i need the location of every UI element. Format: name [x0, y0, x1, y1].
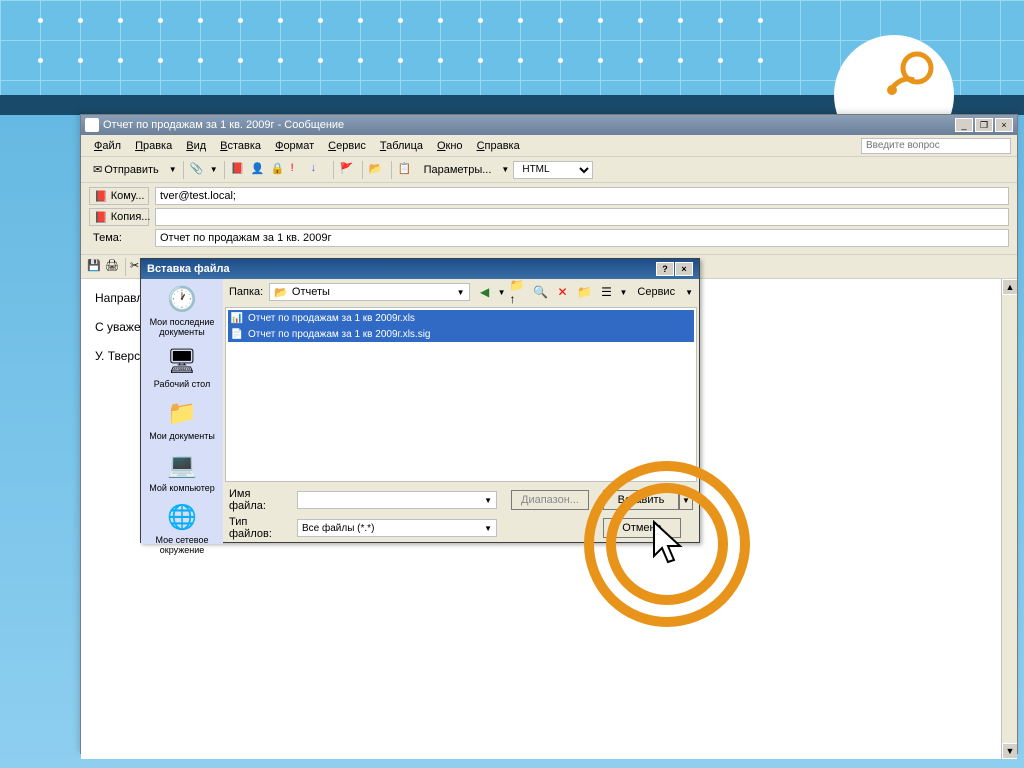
- addressbook-icon[interactable]: 📕: [231, 162, 247, 178]
- scroll-down-icon[interactable]: ▼: [1002, 743, 1017, 759]
- file-listing[interactable]: 📊Отчет по продажам за 1 кв 2009г.xls 📄От…: [225, 307, 697, 482]
- subject-input[interactable]: [155, 229, 1009, 247]
- to-input[interactable]: [155, 187, 1009, 205]
- places-bar: 🕐Мои последние документы 🖥Рабочий стол 📁…: [141, 279, 223, 544]
- sidebar-computer[interactable]: 💻Мой компьютер: [149, 449, 215, 493]
- menu-view[interactable]: Вид: [179, 138, 213, 154]
- filename-input[interactable]: ▼: [297, 491, 497, 509]
- menu-window[interactable]: Окно: [430, 138, 470, 154]
- dialog-toolbar: Папка: 📂Отчеты▼ ◀▼ 📁↑ 🔍 ✕ 📁 ☰▼ Сервис▼: [223, 279, 699, 305]
- filetype-select[interactable]: Все файлы (*.*)▼: [297, 519, 497, 537]
- menu-insert[interactable]: Вставка: [213, 138, 268, 154]
- folder-icon: 📂: [274, 286, 288, 299]
- main-toolbar: ✉ Отправить ▼ 📎 ▼ 📕 👤 🔒 ! ↓ 🚩 📂 📋 Параме…: [81, 157, 1017, 183]
- filetype-label: Тип файлов:: [229, 516, 289, 540]
- dialog-close-button[interactable]: ×: [675, 262, 693, 276]
- dialog-help-button[interactable]: ?: [656, 262, 674, 276]
- window-title: Отчет по продажам за 1 кв. 2009г - Сообщ…: [103, 119, 344, 131]
- params-button[interactable]: Параметры...: [418, 162, 498, 178]
- menu-edit[interactable]: Правка: [128, 138, 179, 154]
- menu-service[interactable]: Сервис: [321, 138, 373, 154]
- signature-icon[interactable]: 📂: [369, 162, 385, 178]
- menu-format[interactable]: Формат: [268, 138, 321, 154]
- recent-docs-icon: 🕐: [166, 283, 198, 315]
- maximize-button[interactable]: ❐: [975, 118, 993, 132]
- format-mode-select[interactable]: HTML: [513, 161, 593, 179]
- help-search-input[interactable]: [861, 138, 1011, 154]
- sidebar-desktop[interactable]: 🖥Рабочий стол: [154, 345, 211, 389]
- insert-dropdown[interactable]: ▼: [679, 490, 693, 510]
- options-icon[interactable]: 📋: [398, 162, 414, 178]
- window-titlebar[interactable]: ✉ Отчет по продажам за 1 кв. 2009г - Соо…: [81, 115, 1017, 135]
- save-icon[interactable]: 💾: [87, 259, 103, 275]
- menubar: Файл Правка Вид Вставка Формат Сервис Та…: [81, 135, 1017, 157]
- filename-label: Имя файла:: [229, 488, 289, 512]
- up-icon[interactable]: 📁↑: [509, 283, 527, 301]
- sidebar-network[interactable]: 🌐Мое сетевое окружение: [141, 501, 223, 555]
- subject-label: Тема:: [89, 232, 149, 244]
- importance-high-icon[interactable]: !: [291, 162, 307, 178]
- close-button[interactable]: ×: [995, 118, 1013, 132]
- dialog-titlebar[interactable]: Вставка файла ? ×: [141, 259, 699, 279]
- sidebar-recent[interactable]: 🕐Мои последние документы: [141, 283, 223, 337]
- addressbook-small-icon: 📕: [94, 190, 108, 203]
- newfolder-icon[interactable]: 📁: [575, 283, 593, 301]
- cc-input[interactable]: [155, 208, 1009, 226]
- mydocs-icon: 📁: [166, 397, 198, 429]
- accounts-icon[interactable]: 📎: [190, 162, 206, 178]
- service-menu[interactable]: Сервис: [631, 284, 681, 300]
- folder-label: Папка:: [229, 286, 263, 298]
- sidebar-mydocs[interactable]: 📁Мои документы: [149, 397, 215, 441]
- excel-icon: 📊: [230, 311, 244, 325]
- cancel-button[interactable]: Отмена: [603, 518, 681, 538]
- file-item[interactable]: 📄Отчет по продажам за 1 кв 2009г.xls.sig: [228, 326, 694, 342]
- permission-icon[interactable]: 🔒: [271, 162, 287, 178]
- to-button[interactable]: 📕Кому...: [89, 187, 149, 205]
- insert-file-dialog: Вставка файла ? × 🕐Мои последние докумен…: [140, 258, 700, 543]
- search-icon[interactable]: 🔍: [531, 283, 549, 301]
- app-icon: ✉: [85, 118, 99, 132]
- menu-help[interactable]: Справка: [470, 138, 527, 154]
- dialog-title: Вставка файла: [147, 263, 230, 275]
- importance-low-icon[interactable]: ↓: [311, 162, 327, 178]
- dialog-footer: Имя файла: ▼ Диапазон... Вставить▼ Тип ф…: [223, 484, 699, 544]
- body-scrollbar[interactable]: ▲ ▼: [1001, 279, 1017, 759]
- delete-icon[interactable]: ✕: [553, 283, 571, 301]
- flag-icon[interactable]: 🚩: [340, 162, 356, 178]
- sig-icon: 📄: [230, 327, 244, 341]
- send-button[interactable]: ✉ Отправить: [87, 161, 165, 178]
- minimize-button[interactable]: _: [955, 118, 973, 132]
- views-icon[interactable]: ☰: [597, 283, 615, 301]
- checknames-icon[interactable]: 👤: [251, 162, 267, 178]
- back-icon[interactable]: ◀: [476, 283, 494, 301]
- menu-file[interactable]: Файл: [87, 138, 128, 154]
- computer-icon: 💻: [166, 449, 198, 481]
- desktop-icon: 🖥: [166, 345, 198, 377]
- menu-table[interactable]: Таблица: [373, 138, 430, 154]
- message-header-fields: 📕Кому... 📕Копия... Тема:: [81, 183, 1017, 255]
- brand-logo-icon: [882, 48, 942, 98]
- network-icon: 🌐: [166, 501, 198, 533]
- print-icon[interactable]: 🖨: [105, 259, 121, 275]
- cc-button[interactable]: 📕Копия...: [89, 208, 149, 226]
- file-item[interactable]: 📊Отчет по продажам за 1 кв 2009г.xls: [228, 310, 694, 326]
- range-button[interactable]: Диапазон...: [511, 490, 589, 510]
- scroll-up-icon[interactable]: ▲: [1002, 279, 1017, 295]
- insert-button[interactable]: Вставить: [603, 490, 679, 510]
- folder-combo[interactable]: 📂Отчеты▼: [269, 283, 469, 301]
- addressbook-small-icon: 📕: [94, 211, 108, 224]
